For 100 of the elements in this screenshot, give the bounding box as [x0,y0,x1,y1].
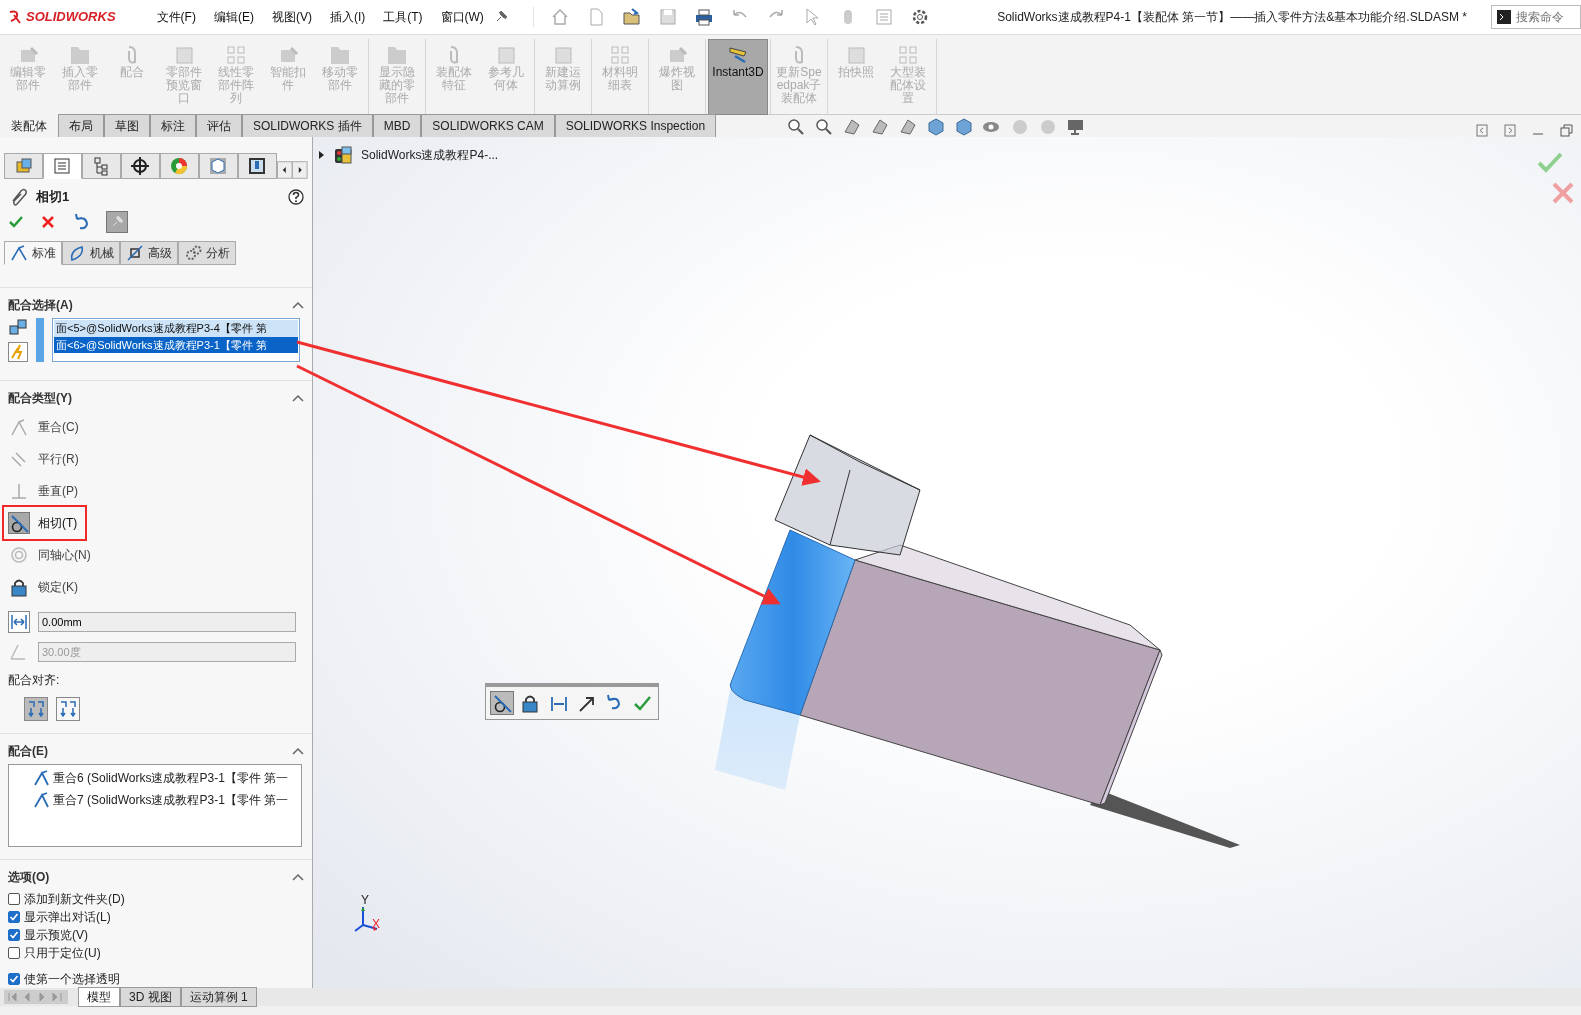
distance-field[interactable]: 0.00mm [38,612,296,632]
scroll-left-icon[interactable] [276,161,293,179]
command-tab[interactable]: 评估 [196,114,242,137]
command-tab[interactable]: SOLIDWORKS CAM [421,114,555,137]
selection-item[interactable]: 面<5>@SolidWorks速成教程P3-4【零件 第 [54,320,298,337]
mate-type-option[interactable]: 锁定(K) [4,571,86,603]
mate-type-option[interactable]: 垂直(P) [4,475,86,507]
undo-icon[interactable] [72,213,90,231]
mate-tab[interactable]: 标准 [4,241,62,265]
mate-type-option[interactable]: 相切(T) [4,507,86,539]
collapse-icon[interactable] [292,746,304,756]
slash-square-icon [126,244,144,262]
window-title: SolidWorks速成教程P4-1【装配体 第一节】——插入零件方法&基本功能介绍.SLDASM * [997,9,1467,26]
command-tab[interactable]: SOLIDWORKS Inspection [554,114,717,137]
mate-icon [10,244,28,262]
collapse-icon[interactable] [292,300,304,310]
search-field[interactable]: 搜索命令 [1491,5,1581,29]
restore-icon[interactable] [1560,124,1573,137]
command-icon [386,44,408,66]
mate-tab[interactable]: 高级 [120,241,178,265]
command-tab[interactable]: MBD [372,114,422,137]
section-title: 配合选择(A) [8,297,73,314]
open-folder-icon[interactable] [621,7,642,27]
section-title: 选项(O) [8,869,50,886]
concentric-icon [9,545,29,565]
lock-icon [520,693,540,713]
help-icon[interactable] [288,189,304,205]
scroll-right-icon[interactable] [292,161,309,179]
pin-icon[interactable] [106,211,128,233]
collapse-icon[interactable] [292,872,304,882]
mate-type-option[interactable]: 同轴心(N) [4,539,99,571]
assembly-icon [333,145,353,165]
mate-type-option[interactable]: 重合(C) [4,411,87,443]
command-icon [225,44,247,66]
collapse-icon[interactable] [292,393,304,403]
property-list-icon [52,156,73,176]
menu-item[interactable]: 插入(I) [320,8,375,26]
align-arrows-icon [26,699,46,719]
mate-tab[interactable]: 机械 [62,241,120,265]
print-icon[interactable] [693,7,714,27]
tangent-icon [9,513,29,533]
crosshair-icon [130,156,151,176]
panel-title: 相切1 [36,188,70,207]
collapse-left-icon[interactable] [1476,124,1488,137]
option-checkbox[interactable]: 使第一个选择透明 [8,970,304,988]
alignment-button[interactable] [56,697,80,721]
bottom-tab[interactable]: 运动算例 1 [180,987,257,1007]
selection-bar [36,318,44,362]
command-icon [173,44,195,66]
bottom-tab[interactable]: 3D 视图 [120,987,181,1007]
option-checkbox[interactable]: 显示预览(V) [8,926,304,944]
mate-lightning-icon[interactable] [8,342,28,362]
lock-icon [9,577,29,597]
option-checkbox[interactable]: 添加到新文件夹(D) [8,890,304,908]
display-pane-icon [247,156,268,176]
mate-item[interactable]: 重合7 (SolidWorks速成教程P3-1【零件 第一 [53,791,289,809]
color-wheel-icon [169,156,190,176]
cancel-icon[interactable] [40,214,56,230]
command-tab[interactable]: SOLIDWORKS 插件 [242,114,373,137]
command-icon [69,44,91,66]
menu-item[interactable]: 编辑(E) [204,8,263,26]
command-tab[interactable]: 标注 [150,114,196,137]
axis-label: X [372,916,381,933]
tangent-mate-button[interactable] [490,691,514,715]
alignment-label: 配合对齐: [8,672,61,689]
menu-item[interactable]: 文件(F) [147,8,205,26]
panel-tab[interactable] [237,153,277,179]
tangent-icon [492,693,512,713]
section-title: 配合(E) [8,743,48,760]
ok-icon[interactable] [8,214,24,230]
section-title: 配合类型(Y) [8,390,72,407]
assembly-icon [13,156,34,176]
distance-icon[interactable] [8,611,30,633]
mate-type-option[interactable]: 平行(R) [4,443,87,475]
bottom-tab[interactable]: 模型 [78,987,120,1007]
command-icon [329,44,351,66]
collapse-right-icon[interactable] [1504,124,1516,137]
command-icon [845,44,867,66]
axis-label: Y [361,892,369,909]
mate-item[interactable]: 重合6 (SolidWorks速成教程P3-1【零件 第一 [53,769,289,787]
option-checkbox[interactable]: 显示弹出对话(L) [8,908,304,926]
coincident-icon [33,769,49,787]
mate-tab[interactable]: 分析 [178,241,236,265]
alignment-button[interactable] [24,697,48,721]
ruler-icon [727,44,749,66]
align-arrows-icon [58,699,78,719]
menu-item[interactable]: 视图(V) [262,8,321,26]
menu-item[interactable]: 工具(T) [374,8,432,26]
option-checkbox[interactable]: 只用于定位(U) [8,944,304,962]
command-tab[interactable]: 草图 [104,114,150,137]
selection-list[interactable]: 面<5>@SolidWorks速成教程P3-4【零件 第 面<6>@SolidWorks速成教程P3-1【零件 第 [52,318,300,362]
panel-tab[interactable] [120,153,160,179]
tree-item[interactable]: SolidWorks速成教程P4-... [361,146,499,164]
command-tab[interactable]: 布局 [58,114,104,137]
menu-item[interactable]: 窗口(W) [431,8,493,26]
cube-view-icon [208,156,229,176]
checkmark-icon [9,974,19,984]
command-icon [609,44,631,66]
expand-arrow-icon[interactable] [317,150,325,160]
ribbon-button[interactable]: Instant3D [708,39,768,115]
